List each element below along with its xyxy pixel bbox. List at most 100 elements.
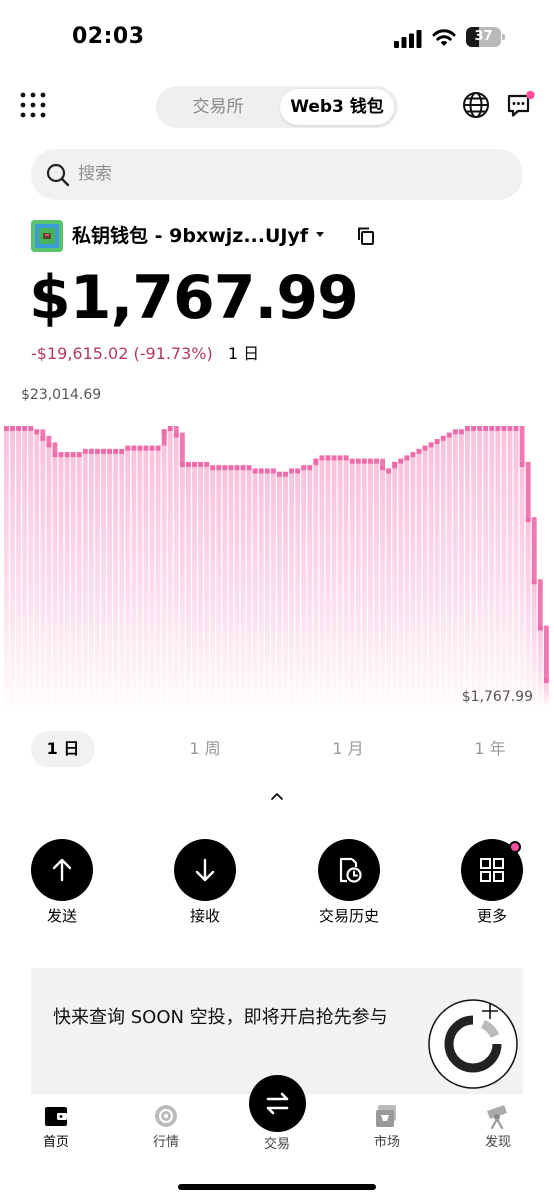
chart-area-column (307, 465, 313, 706)
message-icon[interactable] (506, 90, 536, 120)
range-tab-1m[interactable]: 1 月 (316, 731, 380, 767)
swap-icon (266, 1092, 289, 1115)
nav-home[interactable]: 首页 (16, 1102, 96, 1152)
chart-point (355, 458, 361, 464)
chart-point (337, 455, 343, 461)
chart-point (501, 426, 507, 431)
chart-area-column (192, 461, 197, 706)
chart-area-column (204, 461, 210, 706)
chart-area-column (76, 452, 82, 706)
arrow-up-icon (52, 858, 72, 882)
chart-area-column (155, 445, 161, 706)
chart-point (173, 432, 179, 438)
total-balance: $1,767.99 (29, 263, 359, 333)
copy-icon[interactable] (356, 226, 376, 246)
chart-area-column (404, 455, 410, 706)
chart-area-column (270, 468, 276, 706)
avatar-icon (31, 220, 63, 252)
chart-area-column (167, 426, 173, 706)
chart-area-column (125, 445, 131, 706)
chart-point (113, 448, 119, 454)
tab-exchange[interactable]: 交易所 (162, 89, 274, 125)
receive-button[interactable]: 接收 (155, 839, 255, 927)
home-indicator (178, 1184, 376, 1190)
chart-point (28, 426, 34, 431)
chart-area-column (331, 455, 337, 706)
caret-down-icon[interactable] (314, 230, 326, 240)
chart-point (495, 426, 501, 431)
range-tab-1w[interactable]: 1 周 (173, 731, 237, 767)
more-button[interactable]: 更多 (442, 839, 542, 927)
chart-area-column (422, 445, 428, 706)
nav-trade-button[interactable] (249, 1075, 306, 1132)
chevron-up-icon[interactable] (270, 791, 284, 801)
chart-point (543, 678, 549, 683)
chart-point (210, 465, 216, 471)
chart-point (234, 465, 240, 471)
chart-area-column (58, 452, 64, 706)
chart-area-column (137, 445, 143, 706)
chart-area-column (234, 465, 240, 706)
chart-point (125, 445, 131, 451)
chart-line-segment (40, 429, 46, 436)
range-tab-1y[interactable]: 1 年 (458, 731, 522, 767)
chart-point (76, 452, 82, 458)
chart-point (101, 448, 106, 454)
globe-icon[interactable] (462, 91, 490, 119)
chart-point (513, 426, 519, 431)
chart-point (264, 468, 270, 474)
balance-chart[interactable] (0, 410, 554, 710)
pnl-change: -$19,615.02 (-91.73%) (31, 344, 213, 363)
chart-point (440, 435, 446, 441)
chart-point (228, 465, 234, 471)
pnl-period: 1 日 (227, 344, 260, 363)
range-tab-1d[interactable]: 1 日 (31, 731, 95, 767)
notification-badge (526, 90, 535, 100)
search-bar[interactable]: 搜索 (31, 149, 523, 200)
chart-area-column (119, 448, 125, 706)
chart-line-segment (543, 625, 549, 678)
wallet-name[interactable]: 私钥钱包 - 9bxwjz...UJyf (72, 222, 308, 250)
chart-point (277, 471, 282, 477)
chart-area-column (283, 471, 288, 706)
chart-line-segment (46, 435, 52, 443)
status-bar: 02:03 37 (0, 0, 554, 76)
chart-line-segment (392, 461, 398, 469)
chart-area-column (483, 426, 489, 706)
chart-point (465, 426, 470, 431)
chart-area-column (537, 625, 543, 706)
chart-line-segment (525, 461, 531, 518)
nav-markets[interactable]: 行情 (126, 1102, 206, 1152)
nav-discover-label: 发现 (484, 1135, 511, 1150)
grid-menu-icon[interactable] (20, 92, 46, 118)
chart-point (258, 468, 264, 474)
chart-area-column (264, 468, 270, 706)
chart-area-column (149, 445, 155, 706)
nav-discover[interactable]: 发现 (458, 1102, 538, 1152)
chart-point (349, 458, 355, 464)
chart-point (22, 426, 28, 431)
chart-point (537, 625, 543, 631)
chart-area-column (501, 426, 507, 706)
promo-text: 快来查询 SOON 空投，即将开启抢先参与 (53, 1007, 388, 1028)
send-button[interactable]: 发送 (12, 839, 112, 927)
nav-marketplace[interactable]: 市场 (347, 1102, 427, 1152)
chart-area-column (46, 442, 52, 706)
chart-area-column (4, 426, 9, 706)
chart-area-column (277, 471, 282, 706)
chart-point (240, 465, 246, 471)
chart-line-segment (380, 458, 385, 466)
chart-area-column (355, 458, 361, 706)
chart-point (525, 517, 531, 523)
history-button[interactable]: 交易历史 (299, 839, 399, 927)
chart-area-column (361, 458, 367, 706)
wallet-avatar[interactable] (31, 220, 63, 252)
chart-point (325, 455, 331, 461)
chart-area-column (374, 458, 379, 706)
chart-area-column (452, 429, 458, 706)
chart-point (88, 448, 94, 454)
tab-web3-wallet[interactable]: Web3 钱包 (280, 89, 394, 125)
chart-area-column (386, 468, 392, 706)
chart-point (16, 426, 21, 431)
account-type-switch: 交易所 Web3 钱包 (156, 86, 398, 128)
